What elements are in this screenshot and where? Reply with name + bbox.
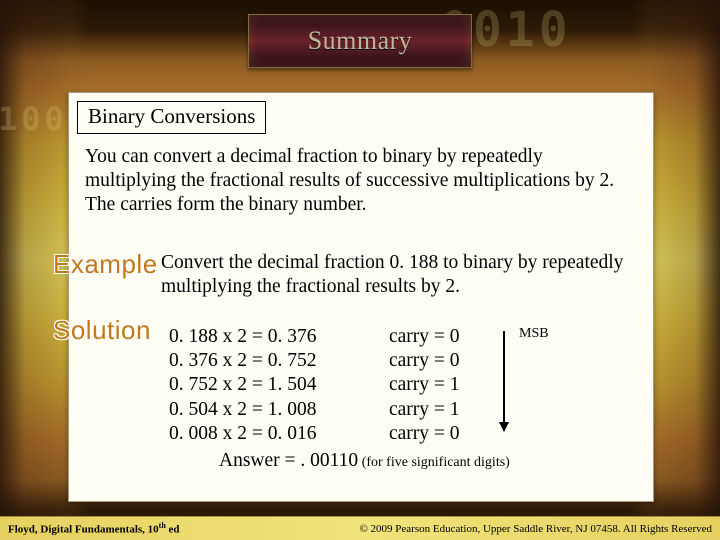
carry-row: carry = 0 <box>389 325 460 349</box>
intro-text: You can convert a decimal fraction to bi… <box>85 145 635 216</box>
calc-row: 0. 752 x 2 = 1. 504 <box>169 373 317 397</box>
example-text: Convert the decimal fraction 0. 188 to b… <box>161 251 635 299</box>
calc-row: 0. 376 x 2 = 0. 752 <box>169 349 317 373</box>
footer-bar: Floyd, Digital Fundamentals, 10th ed © 2… <box>0 516 720 540</box>
solution-label: Solution <box>53 315 151 346</box>
answer-value: . 00110 <box>300 450 358 471</box>
content-card: Binary Conversions You can convert a dec… <box>68 92 654 502</box>
carry-row: carry = 1 <box>389 373 460 397</box>
title-banner: Summary <box>248 14 472 68</box>
slide-title: Summary <box>308 26 413 56</box>
calc-row: 0. 504 x 2 = 1. 008 <box>169 398 317 422</box>
down-arrow-icon <box>503 331 505 431</box>
calculation-block: 0. 188 x 2 = 0. 376 0. 376 x 2 = 0. 752 … <box>169 325 317 446</box>
answer-line: Answer = . 00110 (for five significant d… <box>219 450 510 472</box>
answer-prefix: Answer = <box>219 450 300 471</box>
carry-row: carry = 1 <box>389 398 460 422</box>
footer-right: © 2009 Pearson Education, Upper Saddle R… <box>359 523 712 535</box>
section-heading: Binary Conversions <box>77 101 266 134</box>
calc-row: 0. 188 x 2 = 0. 376 <box>169 325 317 349</box>
answer-note: (for five significant digits) <box>358 455 510 470</box>
example-label: Example <box>53 249 158 280</box>
msb-label: MSB <box>519 326 549 342</box>
footer-left: Floyd, Digital Fundamentals, 10th ed <box>8 521 180 536</box>
carry-row: carry = 0 <box>389 422 460 446</box>
carry-block: carry = 0 carry = 0 carry = 1 carry = 1 … <box>389 325 460 446</box>
carry-row: carry = 0 <box>389 349 460 373</box>
calc-row: 0. 008 x 2 = 0. 016 <box>169 422 317 446</box>
